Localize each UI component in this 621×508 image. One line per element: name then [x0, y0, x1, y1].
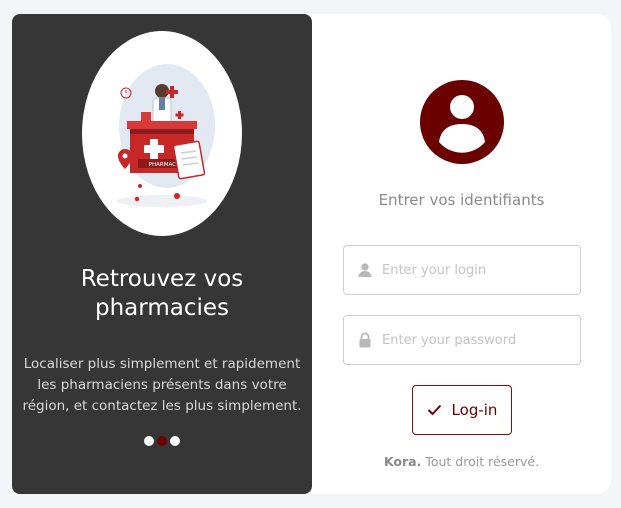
footer: Kora. Tout droit réservé. [312, 454, 611, 469]
pharmacy-illustration: PHARMACY [82, 31, 242, 236]
login-field [343, 245, 581, 295]
carousel-dot-3[interactable] [170, 436, 180, 446]
panel-description: Localiser plus simplement et rapidement … [22, 356, 302, 414]
user-avatar-icon [420, 80, 504, 164]
user-icon [358, 263, 372, 277]
footer-text: Tout droit réservé. [421, 454, 540, 469]
check-icon [427, 404, 441, 416]
panel-title: Retrouvez vos pharmacies [80, 266, 244, 321]
login-button[interactable]: Log-in [412, 385, 512, 435]
login-input[interactable] [382, 246, 572, 294]
carousel-dot-2[interactable] [157, 436, 167, 446]
footer-brand: Kora. [383, 454, 422, 469]
carousel-dots [12, 436, 312, 446]
login-button-label: Log-in [451, 401, 498, 419]
carousel-dot-1[interactable] [144, 436, 154, 446]
password-field [343, 315, 581, 365]
pharmacy-sign: PHARMACY [149, 162, 180, 168]
form-subtitle: Entrer vos identifiants [378, 191, 545, 209]
password-input[interactable] [382, 316, 572, 364]
lock-icon [359, 332, 371, 348]
promo-panel: PHARMACY Retrouvez vos pharmacies Locali… [12, 14, 312, 494]
